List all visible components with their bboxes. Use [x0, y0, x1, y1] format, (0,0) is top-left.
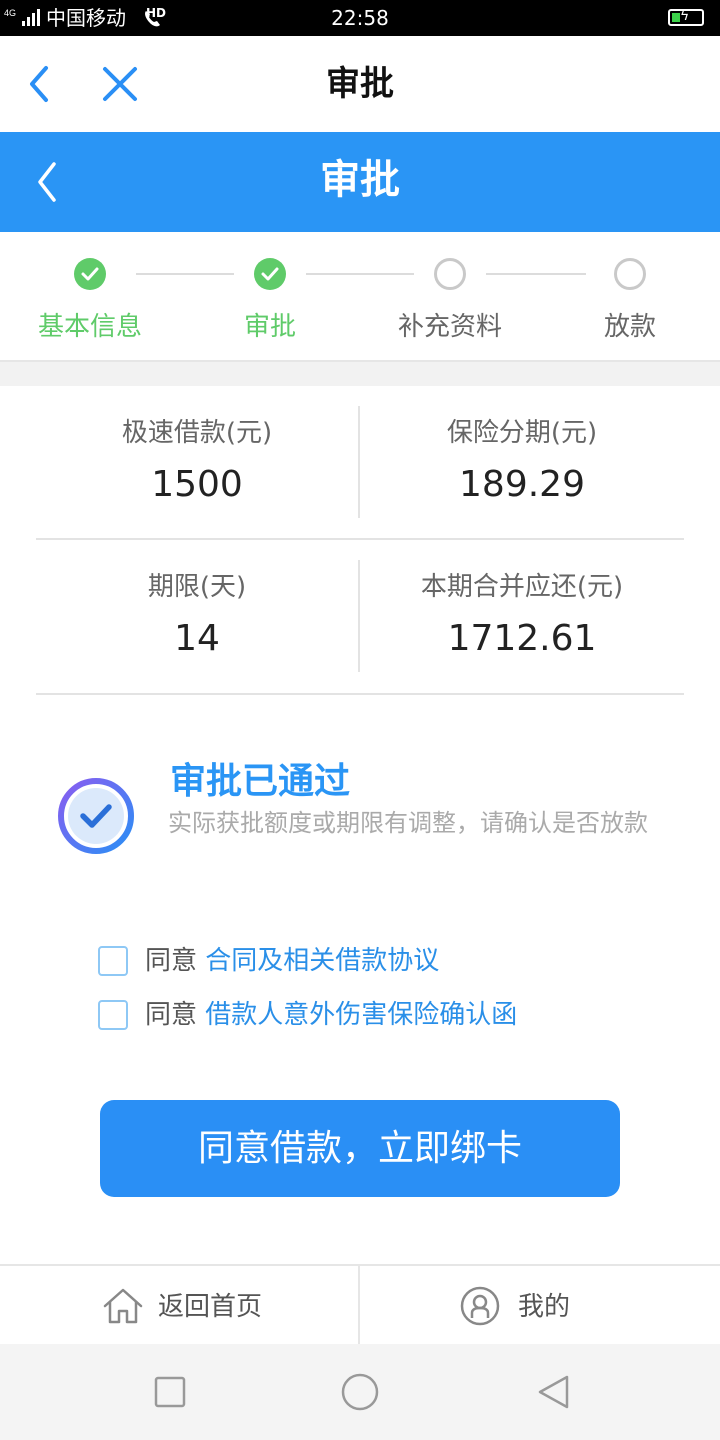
step-4-circle-icon: [614, 258, 646, 290]
agreement-checkbox[interactable]: [98, 946, 128, 976]
back-nav-icon[interactable]: [536, 1374, 572, 1410]
system-nav-bar: [0, 1344, 720, 1440]
header-back-icon[interactable]: [30, 162, 70, 202]
approval-status-description: 实际获批额度或期限有调整，请确认是否放款: [168, 809, 648, 837]
step-2-check-icon: [254, 258, 286, 290]
page-header: 审批: [0, 132, 720, 232]
insurance-value: 189.29: [459, 464, 585, 505]
progress-steps: 基本信息 审批 补充资料 放款: [0, 232, 720, 362]
tab-home[interactable]: 返回首页: [0, 1266, 358, 1344]
back-arrow-icon[interactable]: [20, 64, 60, 104]
user-icon: [460, 1286, 500, 1326]
step-label-disbursement: 放款: [603, 312, 656, 342]
status-bar: 4G 中国移动 HD 22:58 ϟ: [0, 0, 720, 36]
step-connector: [306, 273, 414, 275]
step-3-circle-icon: [434, 258, 466, 290]
close-icon[interactable]: [100, 64, 140, 104]
step-label-basic-info: 基本信息: [37, 312, 142, 342]
grid-divider: [36, 538, 684, 540]
page-title: 审批: [320, 157, 400, 203]
home-nav-icon[interactable]: [340, 1372, 380, 1412]
battery-icon: ϟ: [668, 8, 704, 26]
repay-value: 1712.61: [447, 618, 597, 659]
step-label-approval: 审批: [243, 312, 296, 342]
step-connector: [486, 273, 586, 275]
agreement-checkbox[interactable]: [98, 1000, 128, 1030]
top-nav: 审批: [0, 36, 720, 132]
step-1-check-icon: [74, 258, 106, 290]
repay-label: 本期合并应还(元): [420, 572, 624, 602]
tab-mine-label: 我的: [518, 1292, 571, 1322]
step-label-supplement: 补充资料: [397, 312, 502, 342]
section-divider: [0, 362, 720, 386]
tab-home-label: 返回首页: [158, 1292, 263, 1322]
approved-badge-icon: [58, 778, 134, 854]
amount-label: 极速借款(元): [121, 418, 273, 448]
home-icon: [103, 1288, 143, 1324]
contract-agreement-link[interactable]: 合同及相关借款协议: [205, 946, 439, 976]
approval-status-title: 审批已通过: [170, 761, 351, 802]
insurance-label: 保险分期(元): [446, 418, 598, 448]
grid-divider: [36, 693, 684, 695]
agreement-prefix: 同意: [145, 1000, 198, 1030]
insurance-confirmation-link[interactable]: 借款人意外伤害保险确认函: [205, 1000, 517, 1030]
step-connector: [136, 273, 234, 275]
status-time: 22:58: [331, 6, 389, 30]
recent-apps-icon[interactable]: [154, 1376, 186, 1408]
term-value: 14: [174, 618, 220, 659]
agreement-prefix: 同意: [145, 946, 198, 976]
bottom-tab-bar: 返回首页 我的: [0, 1264, 720, 1346]
term-label: 期限(天): [147, 572, 247, 602]
amount-value: 1500: [151, 464, 243, 505]
tab-mine[interactable]: 我的: [360, 1266, 720, 1344]
agree-and-bind-card-button[interactable]: 同意借款，立即绑卡: [100, 1100, 620, 1197]
